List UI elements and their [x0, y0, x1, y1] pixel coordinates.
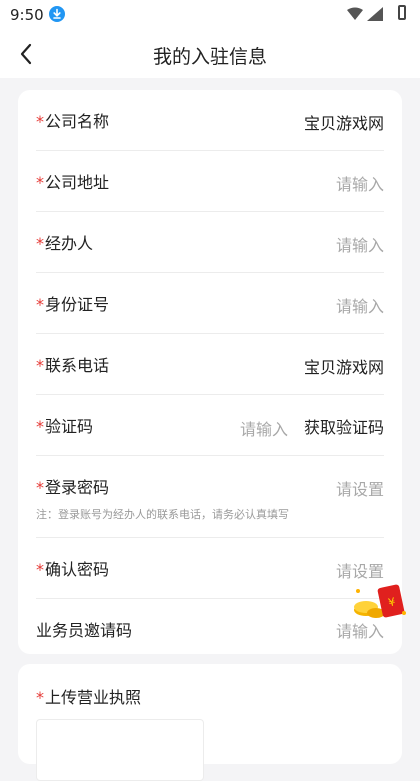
company-address-row[interactable]: *公司地址 请输入 [36, 151, 384, 212]
required-mark: * [36, 295, 44, 314]
verify-code-label: *验证码 [36, 417, 94, 436]
id-number-label: *身份证号 [36, 295, 110, 314]
required-mark: * [36, 173, 44, 192]
page-title: 我的入驻信息 [152, 46, 267, 68]
company-address-input[interactable]: 请输入 [336, 171, 384, 195]
company-name-field[interactable]: 宝贝游戏网 [304, 110, 384, 134]
required-mark: * [36, 112, 44, 131]
battery-icon [398, 5, 406, 20]
company-name-row[interactable]: *公司名称 宝贝游戏网 [36, 90, 384, 151]
confirm-password-input[interactable]: 请设置 [336, 558, 384, 582]
referral-code-input[interactable]: 请输入 [336, 618, 384, 642]
handler-input[interactable]: 请输入 [336, 232, 384, 256]
phone-field[interactable]: 宝贝游戏网 [304, 354, 384, 378]
referral-code-row[interactable]: 业务员邀请码 请输入 [36, 599, 384, 654]
verify-code-row[interactable]: *验证码 请输入 获取验证码 [36, 395, 384, 456]
login-password-label: *登录密码 [36, 478, 110, 497]
required-mark: * [36, 688, 44, 707]
required-mark: * [36, 478, 44, 497]
company-address-label: *公司地址 [36, 173, 110, 192]
red-packet-float[interactable]: ¥ [352, 583, 408, 621]
upload-license-label: *上传营业执照 [36, 688, 142, 707]
handler-row[interactable]: *经办人 请输入 [36, 212, 384, 273]
required-mark: * [36, 560, 44, 579]
red-packet-icon: ¥ [354, 584, 406, 618]
required-mark: * [36, 417, 44, 436]
company-name-label: *公司名称 [36, 112, 110, 131]
confirm-password-label: *确认密码 [36, 560, 110, 579]
get-code-button[interactable]: 获取验证码 [304, 414, 384, 438]
license-upload-section: *上传营业执照 [18, 664, 402, 781]
login-password-input[interactable]: 请设置 [336, 476, 384, 500]
required-mark: * [36, 356, 44, 375]
title-bar: 我的入驻信息 [0, 30, 420, 78]
id-number-input[interactable]: 请输入 [336, 293, 384, 317]
login-password-row[interactable]: *登录密码 请设置 注：登录账号为经办人的联系电话，请务必认真填写 [36, 456, 384, 538]
license-upload-box[interactable] [36, 719, 204, 781]
login-account-note: 注：登录账号为经办人的联系电话，请务必认真填写 [36, 508, 289, 521]
status-time: 9:50 [10, 6, 44, 24]
phone-row[interactable]: *联系电话 宝贝游戏网 [36, 334, 384, 395]
status-bar: 9:50 [0, 0, 420, 30]
verify-code-input[interactable]: 请输入 [240, 416, 288, 440]
signal-icons [347, 7, 383, 21]
registration-form: *公司名称 宝贝游戏网 *公司地址 请输入 *经办人 请输入 *身份证号 请输入… [18, 90, 402, 654]
id-number-row[interactable]: *身份证号 请输入 [36, 273, 384, 334]
download-icon [49, 6, 65, 22]
required-mark: * [36, 234, 44, 253]
confirm-password-row[interactable]: *确认密码 请设置 [36, 538, 384, 599]
handler-label: *经办人 [36, 234, 94, 253]
phone-label: *联系电话 [36, 356, 110, 375]
referral-code-label: 业务员邀请码 [36, 621, 133, 640]
